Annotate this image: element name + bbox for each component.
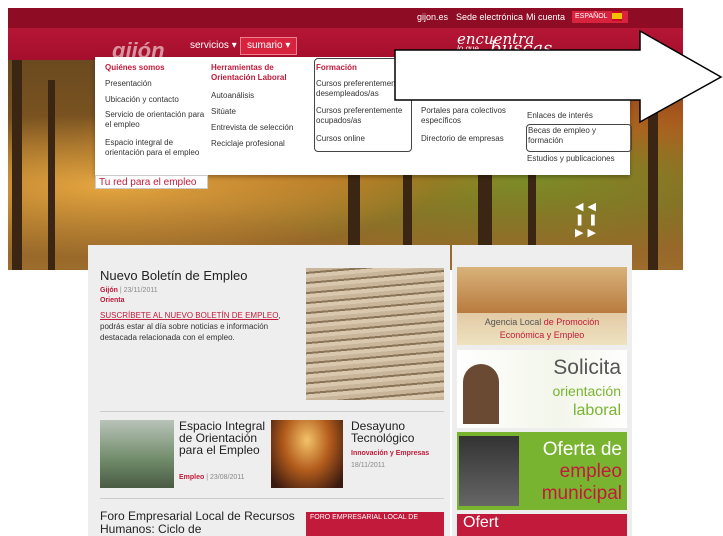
divider <box>100 411 444 412</box>
menu-item-espacio-integral[interactable]: Espacio integral de orientación para el … <box>105 138 210 158</box>
link-sede-electronica[interactable]: Sede electrónica <box>456 12 523 22</box>
oferta-line3: municipal <box>541 483 622 504</box>
language-selector[interactable]: ESPAÑOL <box>572 11 628 23</box>
language-label: ESPAÑOL <box>575 13 608 20</box>
nav-servicios-label: servicios <box>190 40 229 51</box>
chevron-down-icon: ▾ <box>285 40 291 51</box>
agencia-caption-line1: Agencia Local <box>484 317 544 327</box>
menu-item-autoanalisis[interactable]: Autoanálisis <box>211 91 254 101</box>
link-mi-cuenta[interactable]: Mi cuenta <box>526 12 565 22</box>
chevron-down-icon: ▾ <box>231 40 237 51</box>
news-place: Gijón <box>100 287 118 294</box>
menu-item-cursos-online[interactable]: Cursos online <box>316 134 365 144</box>
oferta-line2: empleo <box>559 461 622 482</box>
nav-servicios[interactable]: servicios ▾ <box>190 40 237 51</box>
espacio-image[interactable] <box>100 420 174 488</box>
news-title-boletin[interactable]: Nuevo Boletín de Empleo <box>100 268 247 283</box>
news-date: 23/11/2011 <box>123 287 158 294</box>
person-photo <box>463 364 499 424</box>
menu-item-estudios[interactable]: Estudios y publicaciones <box>527 154 615 164</box>
boletin-subscribe-link[interactable]: SUSCRÍBETE AL NUEVO BOLETÍN DE EMPLEO <box>100 311 278 320</box>
agencia-local-banner[interactable]: Agencia Local de Promoción Económica y Em… <box>457 267 627 345</box>
solicita-orientacion-banner[interactable]: Solicita orientación laboral <box>457 350 627 428</box>
notebook-image[interactable] <box>306 268 444 400</box>
solicita-line2: orientación <box>552 383 622 399</box>
desayuno-image[interactable] <box>271 420 343 488</box>
slideshow-controls[interactable]: ◀◀ ❚❚ ▶▶ <box>575 200 627 239</box>
menu-item-situate[interactable]: Sitúate <box>211 107 236 117</box>
news-title-foro[interactable]: Foro Empresarial Local de Recursos Human… <box>100 510 300 536</box>
news-category-innovacion: Innovación y Empresas <box>351 450 429 457</box>
solicita-line1: Solicita <box>553 356 621 379</box>
agencia-caption: Agencia Local de Promoción Económica y Em… <box>457 313 627 345</box>
menu-item-ubicacion[interactable]: Ubicación y contacto <box>105 95 179 105</box>
tu-red-label: Tu red para el empleo <box>95 175 208 189</box>
news-body-boletin: SUSCRÍBETE AL NUEVO BOLETÍN DE EMPLEO, p… <box>100 310 295 343</box>
news-date: 23/08/2011 <box>210 474 245 481</box>
menu-item-entrevista[interactable]: Entrevista de selección <box>211 123 293 133</box>
nav-sumario[interactable]: sumario ▾ <box>240 37 298 55</box>
menu-heading-formacion[interactable]: Formación <box>316 63 357 73</box>
menu-item-becas[interactable]: Becas de empleo y formación <box>528 126 628 146</box>
spain-flag-icon <box>611 11 622 22</box>
news-category[interactable]: Innovación y Empresas <box>351 450 429 457</box>
menu-item-directorio[interactable]: Directorio de empresas <box>421 134 504 144</box>
link-gijon[interactable]: gijon.es <box>417 12 448 22</box>
nav-sumario-label: sumario <box>247 40 283 51</box>
agencia-caption-red1: de Promoción <box>543 317 600 327</box>
news-category[interactable]: Empleo <box>179 474 204 481</box>
page-margin <box>0 0 8 536</box>
oferta-banner-partial[interactable]: Ofert <box>457 514 627 536</box>
menu-item-reciclaje[interactable]: Reciclaje profesional <box>211 139 285 149</box>
menu-item-servicio-orientacion[interactable]: Servicio de orientación para el empleo <box>105 110 205 130</box>
solicita-line3: laboral <box>572 402 621 419</box>
oferta-empleo-banner[interactable]: Oferta de empleo municipal <box>457 432 627 510</box>
divider <box>100 498 444 499</box>
menu-heading-herramientas[interactable]: Herramientas de Orientación Laboral <box>211 63 311 83</box>
news-meta-espacio: Empleo | 23/08/2011 <box>179 474 245 481</box>
arrow-annotation <box>394 30 723 124</box>
news-date-desayuno: 18/11/2011 <box>351 462 385 469</box>
oferta-line1: Oferta de <box>542 439 622 460</box>
news-category-orienta[interactable]: Orienta <box>100 297 125 304</box>
computer-photo <box>459 436 519 506</box>
news-meta-boletin: Gijón | 23/11/2011 <box>100 287 158 294</box>
menu-heading-quienes-somos[interactable]: Quiénes somos <box>105 63 165 73</box>
foro-image[interactable]: FORO EMPRESARIAL LOCAL DE <box>306 512 444 536</box>
news-title-espacio[interactable]: Espacio Integral de Orientación para el … <box>179 420 269 456</box>
agencia-caption-red2: Económica y Empleo <box>499 330 585 340</box>
news-title-desayuno[interactable]: Desayuno Tecnológico <box>351 420 446 444</box>
menu-item-presentacion[interactable]: Presentación <box>105 79 152 89</box>
